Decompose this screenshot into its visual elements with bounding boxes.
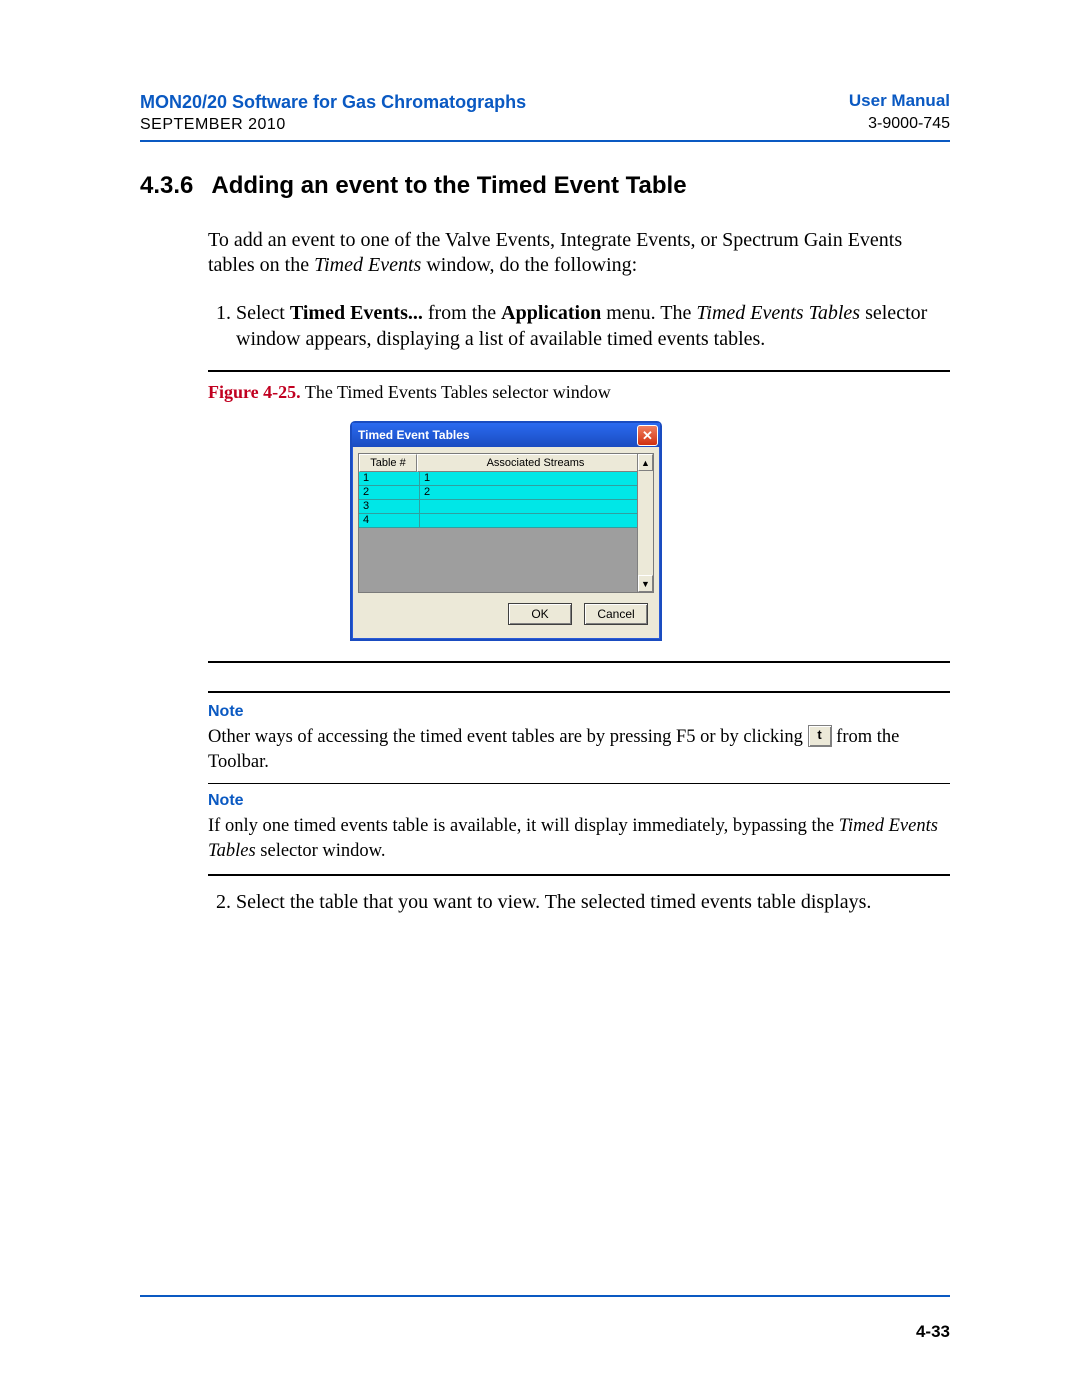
note1-a: Other ways of accessing the timed event … (208, 727, 808, 747)
cell-streams (420, 514, 653, 528)
step-2: Select the table that you want to view. … (208, 890, 950, 916)
cell-table-num: 3 (359, 500, 420, 514)
step1-c: menu. The (601, 302, 696, 324)
figure-caption-text: The Timed Events Tables selector window (301, 382, 611, 402)
table-row[interactable]: 3 (359, 500, 653, 514)
figure-top-rule (208, 370, 950, 372)
close-icon[interactable]: ✕ (637, 425, 658, 446)
tables-grid[interactable]: Table # Associated Streams 1 1 2 2 (358, 453, 654, 593)
cell-streams: 1 (420, 472, 653, 486)
header-rule (140, 140, 950, 142)
timed-event-tables-window: Timed Event Tables ✕ Table # Associated … (350, 421, 662, 641)
doc-date: SEPTEMBER 2010 (140, 114, 526, 136)
scroll-up-icon[interactable]: ▲ (638, 454, 653, 471)
figure-label: Figure 4-25. (208, 382, 301, 402)
window-button-row: OK Cancel (358, 593, 654, 633)
note1-bottom-rule (208, 783, 950, 784)
manual-label: User Manual (849, 90, 950, 113)
section-heading: 4.3.6 Adding an event to the Timed Event… (140, 172, 950, 200)
grid-rows: 1 1 2 2 3 4 (359, 472, 653, 528)
cell-table-num: 4 (359, 514, 420, 528)
col-table-number[interactable]: Table # (359, 454, 417, 472)
col-associated-streams[interactable]: Associated Streams (417, 454, 653, 472)
step1-bold1: Timed Events... (290, 302, 423, 324)
step2-text: Select the table that you want to view. … (236, 890, 950, 916)
figure-bottom-rule (208, 661, 950, 663)
section-title: Adding an event to the Timed Event Table (211, 172, 686, 200)
table-row[interactable]: 2 2 (359, 486, 653, 500)
step-1: Select Timed Events... from the Applicat… (208, 301, 950, 352)
step1-italic1: Timed Events Tables (696, 302, 860, 324)
grid-header: Table # Associated Streams (359, 454, 653, 472)
scrollbar[interactable]: ▲ ▼ (637, 454, 653, 592)
cell-streams: 2 (420, 486, 653, 500)
cell-streams (420, 500, 653, 514)
header-right: User Manual 3-9000-745 (849, 90, 950, 136)
figure-caption: Figure 4-25. The Timed Events Tables sel… (208, 382, 950, 403)
footer-rule (140, 1295, 950, 1297)
page-header: MON20/20 Software for Gas Chromatographs… (140, 90, 950, 136)
manual-page: MON20/20 Software for Gas Chromatographs… (0, 0, 1080, 1397)
scroll-down-icon[interactable]: ▼ (638, 575, 653, 592)
note-2: If only one timed events table is availa… (208, 814, 950, 864)
header-left: MON20/20 Software for Gas Chromatographs… (140, 90, 526, 136)
cell-table-num: 1 (359, 472, 420, 486)
intro-paragraph: To add an event to one of the Valve Even… (208, 228, 950, 279)
note1-top-rule (208, 691, 950, 693)
table-row[interactable]: 4 (359, 514, 653, 528)
step1-bold2: Application (501, 302, 601, 324)
note-label-1: Note (208, 703, 950, 721)
window-titlebar[interactable]: Timed Event Tables ✕ (352, 423, 660, 447)
page-number: 4-33 (916, 1322, 950, 1342)
note2-b: selector window. (256, 841, 386, 861)
intro-italic: Timed Events (314, 254, 421, 276)
timed-events-toolbar-icon[interactable]: t (808, 725, 832, 747)
note-1: Other ways of accessing the timed event … (208, 725, 950, 775)
note2-bottom-rule (208, 874, 950, 876)
window-title: Timed Event Tables (358, 428, 470, 442)
note-label-2: Note (208, 792, 950, 810)
product-title: MON20/20 Software for Gas Chromatographs (140, 90, 526, 114)
window-body: Table # Associated Streams 1 1 2 2 (352, 447, 660, 639)
section-number: 4.3.6 (140, 172, 193, 200)
ok-button[interactable]: OK (508, 603, 572, 625)
figure-image: Timed Event Tables ✕ Table # Associated … (350, 421, 950, 641)
cell-table-num: 2 (359, 486, 420, 500)
note2-a: If only one timed events table is availa… (208, 816, 839, 836)
intro-text-b: window, do the following: (421, 254, 637, 276)
cancel-button[interactable]: Cancel (584, 603, 648, 625)
doc-number: 3-9000-745 (849, 113, 950, 135)
step1-a: Select (236, 302, 290, 324)
step1-b: from the (423, 302, 501, 324)
table-row[interactable]: 1 1 (359, 472, 653, 486)
